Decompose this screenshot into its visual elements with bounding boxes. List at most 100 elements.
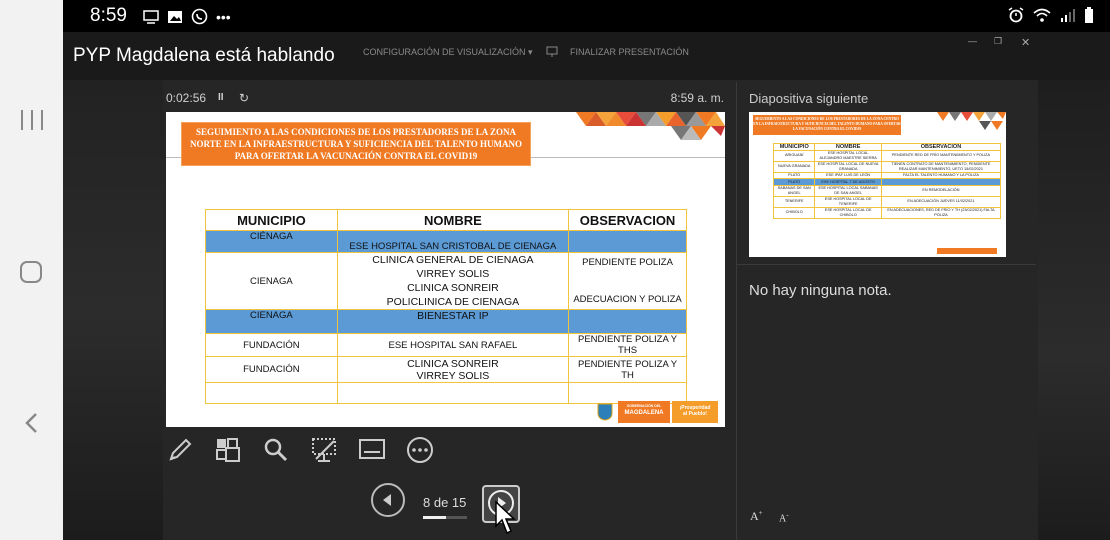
cell: TENERIFE — [772, 195, 816, 208]
cell: ESE HOSPITAL LOCAL DE TENERIFE — [814, 195, 882, 208]
thumbnail-table: MUNICIPIO NOMBRE OBSERVACION ARIGUANÍ ESE… — [772, 143, 1002, 219]
cell: TIENEN CONTRATO DE MANTENIMIENTO, PENDIE… — [880, 160, 1002, 173]
end-presentation-button[interactable]: FINALIZAR PRESENTACIÓN — [570, 47, 689, 57]
table-row: FUNDACIÓN ESE HOSPITAL SAN RAFAEL PENDIE… — [205, 333, 687, 357]
current-slide: SEGUIMIENTO A LAS CONDICIONES DE LOS PRE… — [166, 112, 725, 427]
restore-icon[interactable]: ❐ — [994, 36, 1002, 47]
presentation-title-bar: CONFIGURACIÓN DE VISUALIZACIÓN ▾ FINALIZ… — [63, 32, 1110, 80]
close-icon[interactable]: ✕ — [1021, 36, 1030, 49]
cell: EN REMODELACIÓN — [880, 184, 1002, 197]
observacion-line: ADECUACION Y POLIZA — [573, 294, 682, 305]
nombre-cell: ESE HOSPITAL SAN CRISTOBAL DE CIENAGA — [336, 230, 570, 253]
municipio-cell: FUNDACIÓN — [205, 333, 338, 357]
panel-divider — [736, 82, 737, 540]
nombre-cell — [336, 382, 570, 404]
slide-decoration — [937, 112, 1006, 130]
municipio-cell — [205, 382, 338, 404]
nombre-cell: BIENESTAR IP — [336, 309, 570, 334]
minimize-icon[interactable]: — — [968, 36, 977, 46]
black-screen-icon[interactable] — [310, 436, 338, 464]
observacion-cell: PENDIENTE POLIZA Y THS — [568, 333, 687, 357]
table-row: CIÉNAGA ESE HOSPITAL SAN CRISTOBAL DE CI… — [205, 230, 687, 253]
display-settings-menu[interactable]: CONFIGURACIÓN DE VISUALIZACIÓN ▾ — [363, 47, 533, 58]
more-notifications-icon: ••• — [216, 8, 231, 25]
slide-table: MUNICIPIO NOMBRE OBSERVACION CIÉNAGA ESE… — [205, 209, 687, 404]
cell: ESE HOSPITAL LOCAL DE CHIBOLO — [814, 206, 882, 219]
see-all-slides-icon[interactable] — [214, 436, 242, 464]
table-row: CIENAGA BIENESTAR IP — [205, 309, 687, 334]
alarm-icon — [1008, 7, 1024, 23]
observacion-cell — [568, 230, 687, 253]
nombre-line: VIRREY SOLIS — [416, 268, 490, 280]
nombre-line: VIRREY SOLIS — [416, 369, 490, 382]
observacion-cell: PENDIENTE POLIZA Y TH — [568, 356, 687, 383]
increase-font-button[interactable]: A+ — [750, 509, 763, 524]
table-row: CHIBOLO ESE HOSPITAL LOCAL DE CHIBOLO EN A… — [772, 206, 1002, 219]
android-nav-rail — [0, 0, 63, 540]
increase-font-label: A — [750, 509, 759, 523]
cast-icon — [143, 9, 159, 24]
gobernacion-logo: GOBERNACIÓN DEL MAGDALENA ¡Prosperidad a… — [594, 401, 720, 423]
next-slide-thumbnail[interactable]: SEGUIMIENTO A LAS CONDICIONES DE LOS PRE… — [749, 112, 1006, 257]
nombre-cell: CLINICA GENERAL DE CIENAGA VIRREY SOLIS … — [336, 252, 570, 310]
nombre-line: CLINICA SONREIR — [407, 357, 499, 370]
nombre-line: CLINICA GENERAL DE CIENAGA — [372, 254, 534, 266]
column-header: MUNICIPIO — [205, 209, 338, 231]
logo-text-line1: GOBERNACIÓN DEL — [626, 404, 662, 408]
table-row: FUNDACIÓN CLINICA SONREIR VIRREY SOLIS P… — [205, 356, 687, 383]
nombre-line: CLINICA SONREIR — [407, 282, 499, 294]
zoom-icon[interactable] — [262, 436, 290, 464]
previous-arrow-icon — [383, 494, 391, 506]
next-slide-label: Diapositiva siguiente — [749, 91, 869, 106]
table-row: NUEVA GRANADA ESE HOSPITAL LOCAL DE NUEVA… — [772, 160, 1002, 173]
municipio-cell: CIENAGA — [205, 309, 338, 334]
nombre-cell: ESE HOSPITAL SAN RAFAEL — [336, 333, 570, 357]
cell: ESE HOSPITAL LOCAL SABANAS DE SAN ANGEL — [814, 184, 882, 197]
municipio-cell: CIENAGA — [205, 252, 338, 310]
pause-icon[interactable]: II — [218, 92, 224, 103]
notes-divider — [736, 264, 1036, 265]
pen-icon[interactable] — [166, 436, 194, 464]
speaker-notes: No hay ninguna nota. — [749, 282, 892, 299]
speaker-banner: PYP Magdalena está hablando — [73, 45, 335, 66]
home-icon[interactable] — [20, 261, 42, 283]
presenter-view: 8:59 ••• CONFIGURACIÓN DE VISUALIZACIÓN … — [63, 0, 1110, 540]
slide-progress-bar — [423, 516, 467, 519]
more-options-icon[interactable] — [406, 436, 434, 464]
cell: CHIBOLO — [772, 206, 816, 219]
gallery-icon — [168, 10, 182, 23]
subtitles-icon[interactable] — [358, 436, 386, 464]
table-row: CIENAGA CLINICA GENERAL DE CIENAGA VIRRE… — [205, 252, 687, 310]
background-decoration — [63, 80, 163, 540]
cell: SABANAS DE SAN ANGEL — [772, 184, 816, 197]
column-header: NOMBRE — [336, 209, 570, 231]
status-time: 8:59 — [90, 5, 127, 26]
column-header: MUNICIPIO — [772, 143, 816, 151]
restart-timer-icon[interactable]: ↻ — [239, 91, 249, 105]
status-bar: 8:59 ••• — [63, 0, 1110, 32]
presenter-tools — [166, 436, 434, 464]
previous-slide-button[interactable] — [371, 483, 405, 517]
coat-of-arms-icon — [597, 403, 613, 421]
observacion-line: PENDIENTE POLIZA — [582, 257, 673, 268]
back-icon[interactable] — [22, 412, 42, 434]
cell: NUEVA GRANADA — [772, 160, 816, 173]
mouse-cursor-icon — [495, 500, 516, 535]
slide-title: SEGUIMIENTO A LAS CONDICIONES DE LOS PRE… — [181, 122, 531, 166]
clock: 8:59 a. m. — [670, 91, 724, 105]
signal-icon — [1061, 9, 1075, 22]
logo-badge-line2: al Pueblo! — [683, 411, 707, 417]
wifi-icon — [1033, 8, 1051, 22]
logo-text-line2: MAGDALENA — [624, 410, 664, 416]
thumbnail-logo — [937, 248, 997, 254]
cell: ESE HOSPITAL LOCAL DE NUEVA GRANADA — [814, 160, 882, 173]
decrease-font-button[interactable]: A- — [779, 511, 789, 524]
cell: PENDIENTE RED DE FRÍO MANTENIMIENTO Y PO… — [880, 149, 1002, 162]
slide-decoration — [576, 112, 725, 140]
recents-icon[interactable] — [21, 110, 43, 130]
slide-counter: 8 de 15 — [423, 495, 467, 510]
nombre-cell: CLINICA SONREIR VIRREY SOLIS — [336, 356, 570, 383]
thumbnail-title: SEGUIMIENTO A LAS CONDICIONES DE LOS PRE… — [753, 115, 901, 135]
cell: ARIGUANÍ — [772, 149, 816, 162]
cell: EN ADECUACIONES, RED DE FRÍO Y TH (23/02… — [880, 206, 1002, 219]
